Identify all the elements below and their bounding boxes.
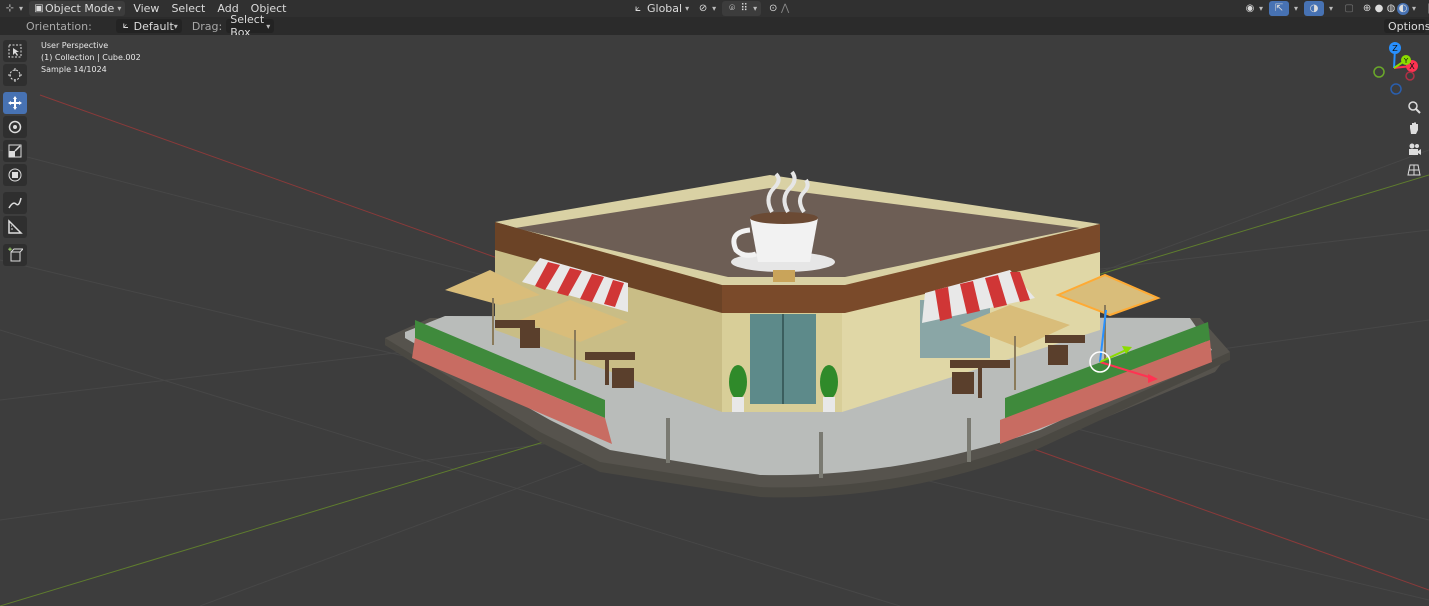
orientation-select[interactable]: ⟀ Default ▾ — [115, 19, 182, 33]
view-navigation — [1404, 98, 1426, 182]
shading-material-icon[interactable]: ◍ — [1385, 3, 1397, 15]
annotate-icon — [8, 197, 22, 209]
chevron-down-icon: ▾ — [712, 4, 717, 13]
chevron-down-icon: ▾ — [1259, 4, 1264, 13]
snap-toggle[interactable]: ⌾ ⠿ ▾ — [722, 1, 762, 16]
chevron-down-icon: ▾ — [1412, 4, 1417, 13]
left-toolbar — [3, 40, 29, 268]
proportional-edit-toggle[interactable]: ⊙ ⋀ — [763, 1, 795, 16]
gizmo-z-label: Z — [1392, 44, 1398, 53]
rotate-icon — [8, 120, 22, 134]
chevron-down-icon: ▾ — [685, 4, 690, 13]
viewport-info: User Perspective (1) Collection | Cube.0… — [41, 40, 141, 76]
render-sample: Sample 14/1024 — [41, 65, 107, 74]
cursor-icon — [8, 68, 22, 82]
visibility-select[interactable]: ◉ ▾ — [1240, 1, 1267, 16]
tool-settings-bar: Orientation: ⟀ Default ▾ Drag: Select Bo… — [0, 13, 1429, 39]
pivot-point-select[interactable]: ⊘ ▾ — [693, 1, 720, 16]
chevron-down-icon: ▾ — [266, 21, 271, 31]
drag-label: Drag: — [191, 19, 223, 33]
proportional-edit-icon: ⊙ — [768, 2, 778, 14]
gizmo-x-label: X — [1409, 62, 1415, 71]
shading-buttons: ⊕ ● ◍ ◐ ▾ — [1359, 1, 1418, 16]
view-name: User Perspective — [41, 41, 109, 50]
measure-tool[interactable] — [3, 216, 27, 238]
mode-label: Object Mode — [45, 2, 115, 15]
object-mode-icon: ▣ — [34, 2, 44, 14]
orientation-value: Default — [133, 19, 174, 33]
navigation-gizmo[interactable]: Z X Y — [1368, 40, 1420, 99]
options-label: Options — [1388, 19, 1429, 33]
scale-tool[interactable] — [3, 140, 27, 162]
camera-icon — [1409, 143, 1421, 155]
chevron-down-icon: ▾ — [1294, 4, 1299, 13]
camera-view-button[interactable] — [1404, 140, 1424, 158]
chevron-down-icon: ▾ — [19, 4, 24, 13]
shading-wire-icon[interactable]: ⊕ — [1361, 3, 1373, 15]
zoom-button[interactable] — [1404, 98, 1424, 116]
measure-icon — [8, 219, 23, 234]
snap-increment-icon: ⠿ — [740, 2, 748, 14]
xray-toggle[interactable]: ▢ — [1339, 1, 1359, 16]
zoom-icon — [1408, 101, 1421, 114]
3d-viewport-icon: ⊹ — [5, 2, 15, 14]
move-icon — [8, 96, 22, 110]
snap-icon: ⌾ — [729, 2, 736, 14]
scale-icon — [8, 144, 22, 158]
falloff-icon: ⋀ — [781, 2, 790, 14]
chevron-down-icon: ▾ — [117, 4, 122, 13]
select-box-icon — [8, 44, 22, 58]
xray-icon: ▢ — [1344, 2, 1354, 14]
chevron-down-icon: ▾ — [173, 21, 178, 31]
collection-object: (1) Collection | Cube.002 — [41, 53, 141, 62]
perspective-toggle-button[interactable] — [1404, 161, 1424, 179]
select-box-tool[interactable] — [3, 40, 27, 62]
menu-select[interactable]: Select — [165, 2, 211, 15]
orientation-label: Orientation: — [26, 19, 92, 33]
visibility-icon: ◉ — [1245, 2, 1255, 14]
gizmo-y-label: Y — [1403, 57, 1409, 65]
mode-select[interactable]: ▣ Object Mode ▾ — [29, 1, 126, 16]
menu-view[interactable]: View — [127, 2, 165, 15]
pause-render-button[interactable]: ❚❚ — [1422, 1, 1429, 16]
overlay-icon: ◑ — [1309, 2, 1319, 14]
cursor-tool[interactable] — [3, 64, 27, 86]
transform-orientation-select[interactable]: ⟀ Global ▾ — [628, 1, 693, 16]
orientation-global-icon: ⟀ — [635, 2, 641, 14]
add-cube-icon — [8, 247, 23, 262]
chevron-down-icon: ▾ — [1329, 4, 1334, 13]
rotate-tool[interactable] — [3, 116, 27, 138]
overlay-toggle[interactable]: ◑ — [1304, 1, 1325, 16]
pan-button[interactable] — [1404, 119, 1424, 137]
transform-icon — [8, 168, 22, 182]
drag-select[interactable]: Select Box ▾ — [226, 13, 275, 39]
viewport-header: ⊹ ▾ ▣ Object Mode ▾ View Select Add Objec… — [0, 0, 1429, 17]
3d-viewport[interactable] — [0, 35, 1429, 606]
move-tool[interactable] — [3, 92, 27, 114]
annotate-tool[interactable] — [3, 192, 27, 214]
gizmo-toggle[interactable]: ⇱ — [1269, 1, 1290, 16]
pivot-icon: ⊘ — [698, 2, 708, 14]
chevron-down-icon: ▾ — [753, 4, 758, 13]
gizmo-icon: ⇱ — [1274, 2, 1284, 14]
shading-rendered-icon[interactable]: ◐ — [1397, 2, 1410, 15]
transform-tool[interactable] — [3, 164, 27, 186]
hand-icon — [1410, 122, 1418, 134]
options-button[interactable]: Options ▾ — [1384, 19, 1429, 33]
orientation-label: Global — [647, 2, 683, 15]
axis-gizmo-icon: Z X Y — [1373, 42, 1418, 95]
add-cube-tool[interactable] — [3, 244, 27, 266]
orientation-default-icon: ⟀ — [122, 20, 129, 31]
shading-solid-icon[interactable]: ● — [1373, 3, 1385, 15]
viewport-scene — [0, 94, 1429, 606]
editor-type-button[interactable]: ⊹ ▾ — [0, 1, 27, 16]
grid-perspective-icon — [1407, 164, 1421, 176]
